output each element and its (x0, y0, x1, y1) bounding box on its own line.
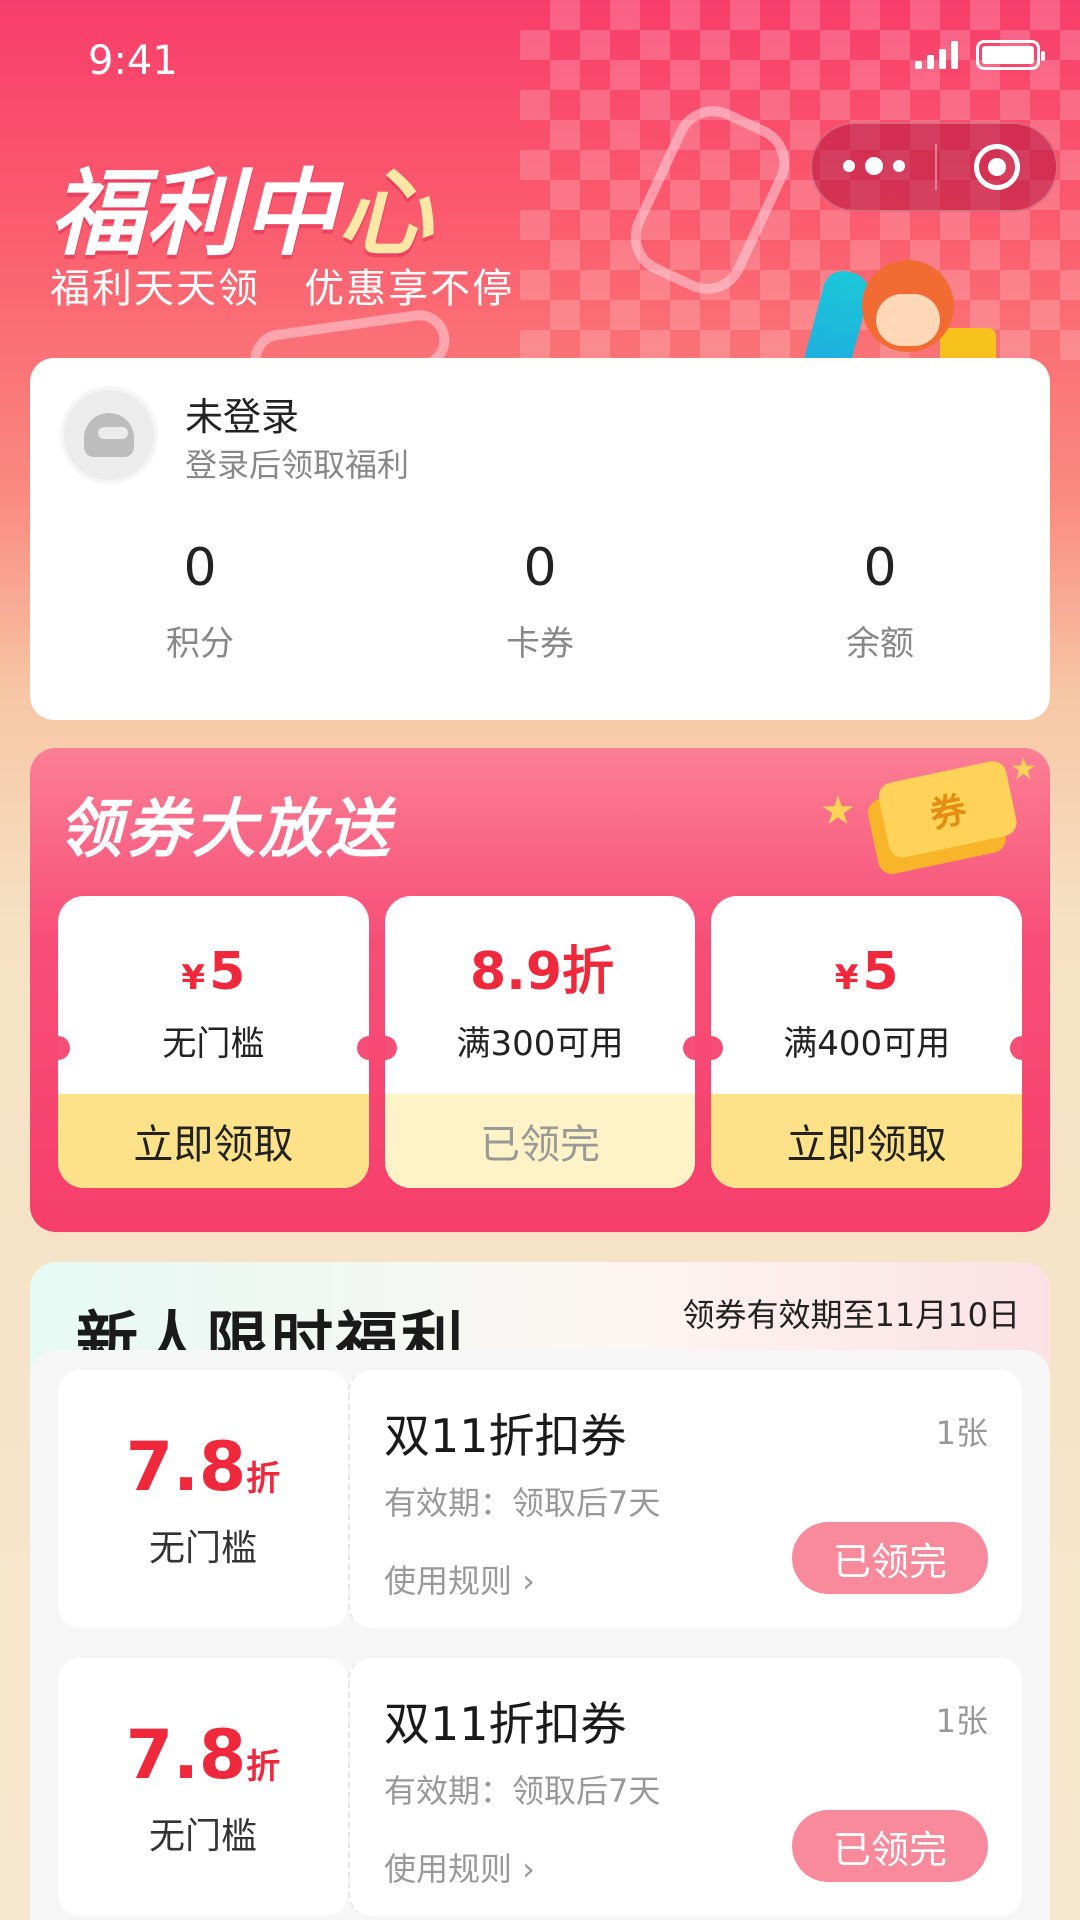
coupon-list: ¥5 无门槛 立即领取 8.9折 满300可用 已领完 ¥5 满400可用 立即… (58, 896, 1023, 1188)
claimed-out-badge: 已领完 (792, 1522, 988, 1594)
claimed-out-button: 已领完 (384, 1094, 696, 1188)
claim-button[interactable]: 立即领取 (711, 1094, 1023, 1188)
coupon-detail-panel: 双11折扣券 1张 有效期：领取后7天 使用规则 › 已领完 (348, 1370, 1022, 1628)
coupon-validity: 有效期：领取后7天 (384, 1772, 661, 1810)
coupon-giveaway-section: 领券大放送 ★ ★ 券 ¥5 无门槛 立即领取 8.9折 满300可用 已领完 … (30, 748, 1050, 1232)
coupon-quantity: 1张 (935, 1414, 988, 1452)
stat-label: 卡券 (506, 624, 574, 664)
discount-coupon-row: 7.8折 无门槛 双11折扣券 1张 有效期：领取后7天 使用规则 › 已领完 (58, 1658, 1022, 1916)
newbie-coupon-list: 7.8折 无门槛 双11折扣券 1张 有效期：领取后7天 使用规则 › 已领完 … (30, 1350, 1050, 1920)
close-miniprogram-icon[interactable] (937, 144, 1056, 190)
coupon-condition: 满400可用 (783, 1024, 951, 1064)
page-title: 福利中心 (50, 160, 435, 269)
coupon-card: ¥5 无门槛 立即领取 (58, 896, 369, 1188)
claimed-out-badge: 已领完 (792, 1810, 988, 1882)
battery-icon (976, 40, 1045, 70)
newbie-welfare-section: 新人限时福利 领券有效期至11月10日 7.8折 无门槛 双11折扣券 1张 有… (30, 1262, 1050, 1920)
stat-value: 0 (863, 538, 897, 598)
coupon-value-panel: 7.8折 无门槛 (58, 1658, 348, 1916)
coupon-amount: 8.9折 (469, 942, 615, 1002)
status-time: 9:41 (88, 38, 178, 84)
coupon-threshold: 无门槛 (148, 1528, 257, 1569)
user-summary-card: 未登录 登录后领取福利 0 积分 0 卡券 0 余额 (30, 358, 1050, 720)
stat-label: 余额 (846, 624, 914, 664)
coupon-quantity: 1张 (935, 1702, 988, 1740)
validity-note: 领券有效期至11月10日 (682, 1296, 1020, 1334)
usage-rules-link[interactable]: 使用规则 › (384, 1844, 535, 1890)
stat-coupons[interactable]: 0 卡券 (370, 538, 710, 665)
usage-rules-link[interactable]: 使用规则 › (384, 1556, 535, 1602)
coupon-detail-panel: 双11折扣券 1张 有效期：领取后7天 使用规则 › 已领完 (348, 1658, 1022, 1916)
stat-points[interactable]: 0 积分 (30, 538, 370, 665)
coupon-threshold: 无门槛 (148, 1816, 257, 1857)
asset-stats: 0 积分 0 卡券 0 余额 (30, 538, 1050, 665)
helmet-icon (84, 413, 134, 457)
coupon-value-panel: 7.8折 无门槛 (58, 1370, 348, 1628)
coupon-name: 双11折扣券 (384, 1409, 627, 1463)
section-title: 领券大放送 (58, 793, 393, 867)
page-subtitle: 福利天天领 优惠享不停 (50, 266, 515, 312)
discount-value: 7.8折 (125, 1716, 281, 1795)
coupon-condition: 满300可用 (456, 1024, 624, 1064)
coupon-condition: 无门槛 (162, 1024, 265, 1064)
stat-balance[interactable]: 0 余额 (710, 538, 1050, 665)
login-hint[interactable]: 登录后领取福利 (185, 440, 409, 486)
stat-value: 0 (523, 538, 557, 598)
status-icons (915, 40, 1045, 70)
discount-value: 7.8折 (125, 1428, 281, 1507)
coupon-name: 双11折扣券 (384, 1697, 627, 1751)
star-icon: ★ (820, 788, 856, 834)
avatar[interactable] (60, 386, 158, 484)
more-icon[interactable] (812, 156, 935, 175)
coupon-card: 8.9折 满300可用 已领完 (384, 896, 696, 1188)
login-status[interactable]: 未登录 (185, 386, 299, 441)
claim-button[interactable]: 立即领取 (58, 1094, 369, 1188)
stat-value: 0 (183, 538, 217, 598)
stat-label: 积分 (166, 624, 234, 664)
miniprogram-capsule (810, 122, 1058, 212)
ticket-icon: 券 (861, 751, 1029, 880)
coupon-amount: ¥5 (834, 942, 899, 1002)
coupon-amount: ¥5 (181, 942, 246, 1002)
signal-icon (915, 41, 958, 69)
coupon-card: ¥5 满400可用 立即领取 (711, 896, 1023, 1188)
discount-coupon-row: 7.8折 无门槛 双11折扣券 1张 有效期：领取后7天 使用规则 › 已领完 (58, 1370, 1022, 1628)
coupon-validity: 有效期：领取后7天 (384, 1484, 661, 1522)
